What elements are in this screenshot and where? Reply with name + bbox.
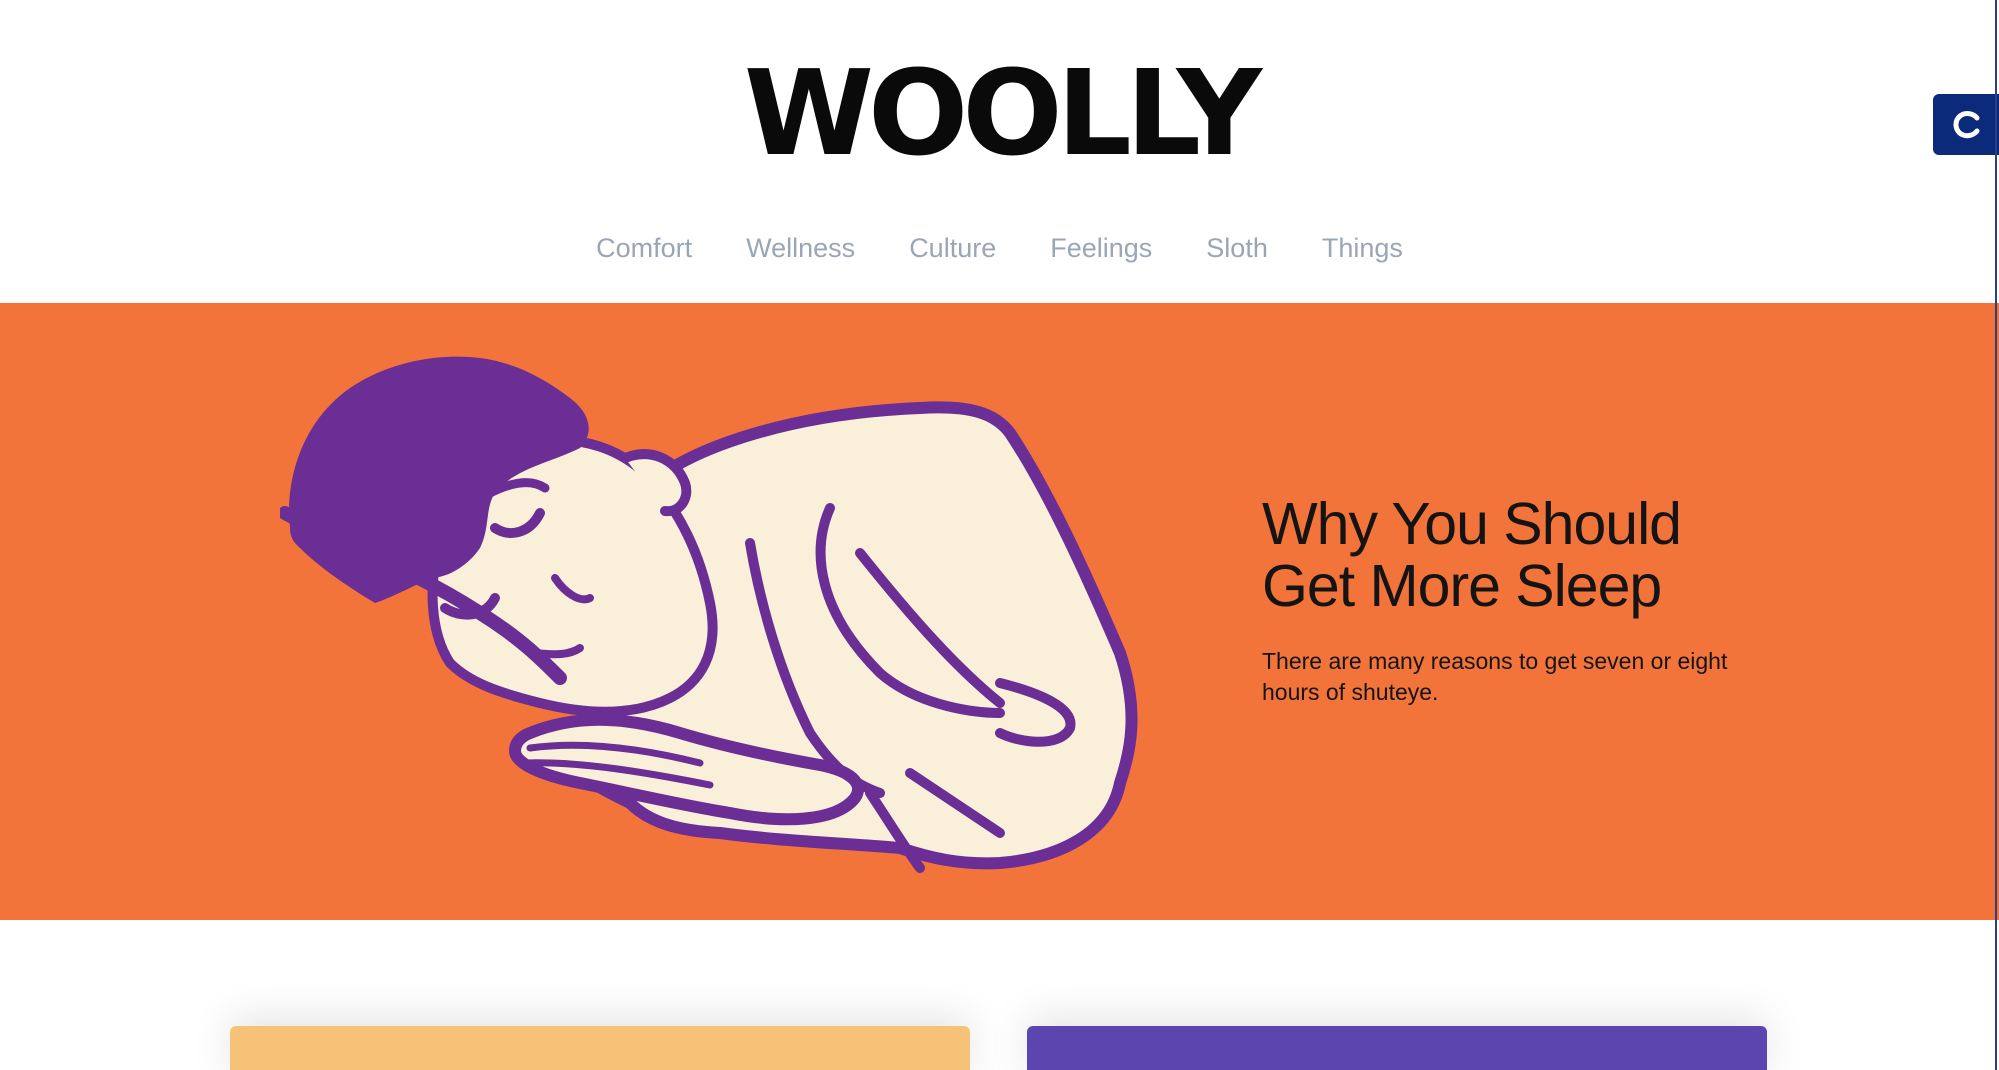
side-widget-button[interactable] <box>1933 94 1999 155</box>
sleeping-person-illustration <box>280 356 1138 873</box>
category-nav: Comfort Wellness Culture Feelings Sloth … <box>0 228 1999 268</box>
nav-item-wellness[interactable]: Wellness <box>746 228 855 268</box>
article-card-1[interactable] <box>230 1026 970 1070</box>
nav-item-culture[interactable]: Culture <box>909 228 996 268</box>
site-logo[interactable]: WOOLLY <box>700 48 1300 178</box>
page: WOOLLY Comfort Wellness Culture Feelings… <box>0 0 1999 1070</box>
article-title[interactable]: Why You Should Get More Sleep <box>1262 493 1782 617</box>
window-edge-divider <box>1995 0 1997 1070</box>
nav-item-things[interactable]: Things <box>1322 228 1403 268</box>
c-logo-icon <box>1953 111 1980 139</box>
main-content: WOOLLY Comfort Wellness Culture Feelings… <box>0 0 1999 1070</box>
article-title-line-2: Get More Sleep <box>1262 553 1662 619</box>
article-title-line-1: Why You Should <box>1262 491 1682 557</box>
article-description: There are many reasons to get seven or e… <box>1262 648 1728 705</box>
nav-item-comfort[interactable]: Comfort <box>596 228 692 268</box>
nav-item-sloth[interactable]: Sloth <box>1206 228 1268 268</box>
hero-banner[interactable]: Why You Should Get More Sleep There are … <box>0 303 1999 920</box>
nav-item-feelings[interactable]: Feelings <box>1050 228 1152 268</box>
article-card-2[interactable] <box>1027 1026 1767 1070</box>
